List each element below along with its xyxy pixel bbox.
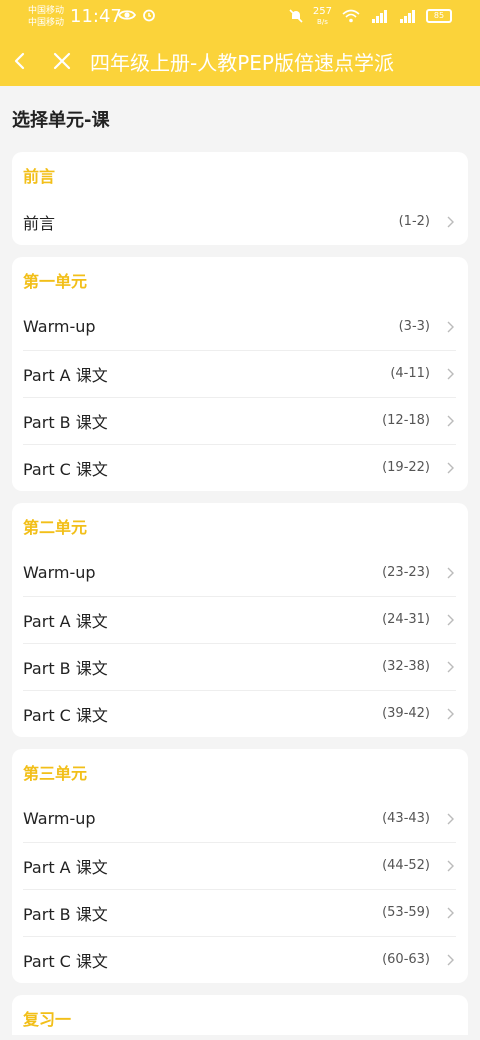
unit-card: 第二单元 Warm-up (23-23) Part A 课文 (24-31) Part B… xyxy=(12,503,468,737)
battery-icon: 85 xyxy=(426,9,452,23)
unit-title: 第二单元 xyxy=(23,518,88,537)
page-range: (19-22) xyxy=(382,460,430,475)
page-range: (1-2) xyxy=(398,214,430,229)
page-range: (43-43) xyxy=(382,811,430,826)
carrier-1: 中国移动 xyxy=(28,6,65,16)
status-right: 257 B/s 85 xyxy=(289,6,452,26)
lesson-title: Part A 课文 xyxy=(23,365,108,385)
chevron-right-icon xyxy=(447,567,454,578)
lesson-item[interactable]: Warm-up (43-43) xyxy=(12,795,468,842)
lesson-item[interactable]: Warm-up (3-3) xyxy=(12,303,468,350)
lesson-title: Warm-up xyxy=(23,563,96,582)
lesson-item[interactable]: Part A 课文 (44-52) xyxy=(12,842,468,889)
unit-card: 复习一 xyxy=(12,995,468,1035)
alarm-icon xyxy=(143,9,155,22)
page-range: (44-52) xyxy=(382,858,430,873)
page-range: (39-42) xyxy=(382,706,430,721)
carrier-2: 中国移动 xyxy=(28,18,65,28)
nav-bar: 四年级上册-人教PEP版倍速点学派 xyxy=(0,38,480,84)
signal-icon xyxy=(400,10,415,23)
lesson-item[interactable]: Part A 课文 (24-31) xyxy=(12,596,468,643)
lesson-title: Warm-up xyxy=(23,317,96,336)
chevron-right-icon xyxy=(447,368,454,379)
chevron-right-icon xyxy=(447,954,454,965)
unit-title: 前言 xyxy=(23,167,56,186)
chevron-right-icon xyxy=(447,708,454,719)
lesson-item[interactable]: Part C 课文 (60-63) xyxy=(12,936,468,983)
page-range: (24-31) xyxy=(382,612,430,627)
page-range: (12-18) xyxy=(382,413,430,428)
chevron-right-icon xyxy=(447,614,454,625)
lesson-title: Warm-up xyxy=(23,809,96,828)
lesson-title: Part A 课文 xyxy=(23,611,108,631)
page-range: (3-3) xyxy=(398,319,430,334)
lesson-title: Part C 课文 xyxy=(23,705,108,725)
page-range: (53-59) xyxy=(382,905,430,920)
lesson-title: Part A 课文 xyxy=(23,857,108,877)
page-range: (4-11) xyxy=(390,366,430,381)
chevron-right-icon xyxy=(447,462,454,473)
chevron-right-icon xyxy=(447,813,454,824)
lesson-title: Part C 课文 xyxy=(23,951,108,971)
top-bar: 中国移动 中国移动 11:47 257 B/s 85 四年级上册-人教PEP版倍… xyxy=(0,0,480,86)
lesson-title: Part B 课文 xyxy=(23,904,108,924)
unit-title: 复习一 xyxy=(23,1010,72,1029)
chevron-left-icon xyxy=(14,52,25,70)
lesson-item[interactable]: 前言 (1-2) xyxy=(12,198,468,245)
chevron-right-icon xyxy=(447,321,454,332)
section-heading: 选择单元-课 xyxy=(12,110,110,131)
page-range: (32-38) xyxy=(382,659,430,674)
net-speed: 257 B/s xyxy=(312,6,332,26)
carrier-info: 中国移动 中国移动 xyxy=(28,5,64,29)
lesson-item[interactable]: Part B 课文 (53-59) xyxy=(12,889,468,936)
chevron-right-icon xyxy=(447,216,454,227)
eye-icon xyxy=(118,10,136,20)
unit-title: 第三单元 xyxy=(23,764,88,783)
lesson-title: Part B 课文 xyxy=(23,658,108,678)
lesson-item[interactable]: Part C 课文 (19-22) xyxy=(12,444,468,491)
chevron-right-icon xyxy=(447,907,454,918)
lesson-title: 前言 xyxy=(23,213,56,233)
page-range: (60-63) xyxy=(382,952,430,967)
page-title: 四年级上册-人教PEP版倍速点学派 xyxy=(90,50,394,75)
unit-card: 前言 前言 (1-2) xyxy=(12,152,468,245)
lesson-item[interactable]: Part B 课文 (32-38) xyxy=(12,643,468,690)
chevron-right-icon xyxy=(447,860,454,871)
status-bar: 中国移动 中国移动 11:47 257 B/s 85 xyxy=(0,0,480,36)
wifi-icon xyxy=(342,9,360,23)
lesson-item[interactable]: Warm-up (23-23) xyxy=(12,549,468,596)
unit-card: 第三单元 Warm-up (43-43) Part A 课文 (44-52) Part B… xyxy=(12,749,468,983)
page-range: (23-23) xyxy=(382,565,430,580)
chevron-right-icon xyxy=(447,661,454,672)
lesson-item[interactable]: Part C 课文 (39-42) xyxy=(12,690,468,737)
lesson-item[interactable]: Part A 课文 (4-11) xyxy=(12,350,468,397)
unit-list: 前言 前言 (1-2) 第一单元 Warm-up (3-3) Part A 课文 (4-11)… xyxy=(12,152,468,1040)
back-button[interactable] xyxy=(0,41,40,81)
lesson-title: Part B 课文 xyxy=(23,412,108,432)
unit-card: 第一单元 Warm-up (3-3) Part A 课文 (4-11) Part B 课文… xyxy=(12,257,468,491)
close-icon xyxy=(53,52,71,70)
lesson-item[interactable]: Part B 课文 (12-18) xyxy=(12,397,468,444)
signal-icon xyxy=(372,10,387,23)
unit-title: 第一单元 xyxy=(23,272,88,291)
status-time: 11:47 xyxy=(70,6,122,27)
close-button[interactable] xyxy=(42,41,82,81)
lesson-title: Part C 课文 xyxy=(23,459,108,479)
chevron-right-icon xyxy=(447,415,454,426)
mute-icon xyxy=(289,9,303,23)
